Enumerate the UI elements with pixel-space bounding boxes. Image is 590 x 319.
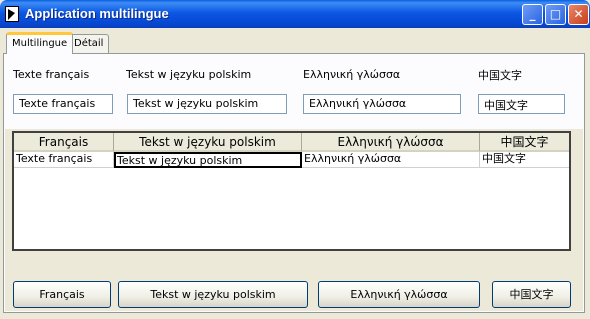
minimize-icon[interactable]: _ <box>522 4 543 25</box>
tab-detail[interactable]: Détail <box>68 34 110 54</box>
label-chinese: 中国文字 <box>478 69 522 82</box>
chinese-field[interactable]: 中国文字 <box>478 94 565 114</box>
polish-field[interactable]: Tekst w języku polskim <box>127 94 287 114</box>
title-bar[interactable]: Application multilingue _ □ ✕ <box>0 0 590 28</box>
label-greek: Ελληνική γλώσσα <box>303 68 401 81</box>
label-polish: Tekst w języku polskim <box>126 68 252 81</box>
column-header-chinese[interactable]: 中国文字 <box>480 133 569 152</box>
data-table[interactable]: Français Tekst w języku polskim Ελληνική… <box>12 131 571 251</box>
label-french: Texte français <box>13 68 90 81</box>
column-header-polish[interactable]: Tekst w języku polskim <box>114 133 302 152</box>
close-icon[interactable]: ✕ <box>568 4 589 25</box>
table-cell[interactable]: Ελληνική γλώσσα <box>302 152 480 168</box>
table-cell[interactable]: 中国文字 <box>480 152 569 168</box>
polish-button[interactable]: Tekst w języku polskim <box>118 281 308 308</box>
french-button[interactable]: Français <box>13 281 111 308</box>
greek-field[interactable]: Ελληνική γλώσσα <box>303 94 461 114</box>
table-cell[interactable]: Texte français <box>14 152 114 168</box>
greek-button[interactable]: Ελληνική γλώσσα <box>318 281 480 308</box>
maximize-icon[interactable]: □ <box>545 4 566 25</box>
table-cell[interactable]: Tekst w języku polskim <box>114 152 302 168</box>
column-header-greek[interactable]: Ελληνική γλώσσα <box>302 133 480 152</box>
chinese-button[interactable]: 中国文字 <box>492 281 571 308</box>
app-icon[interactable] <box>5 6 19 22</box>
french-field[interactable]: Texte français <box>13 94 113 114</box>
window-title: Application multilingue <box>25 6 169 21</box>
tab-multilingue[interactable]: Multilingue <box>6 32 74 54</box>
column-header-french[interactable]: Français <box>14 133 114 152</box>
